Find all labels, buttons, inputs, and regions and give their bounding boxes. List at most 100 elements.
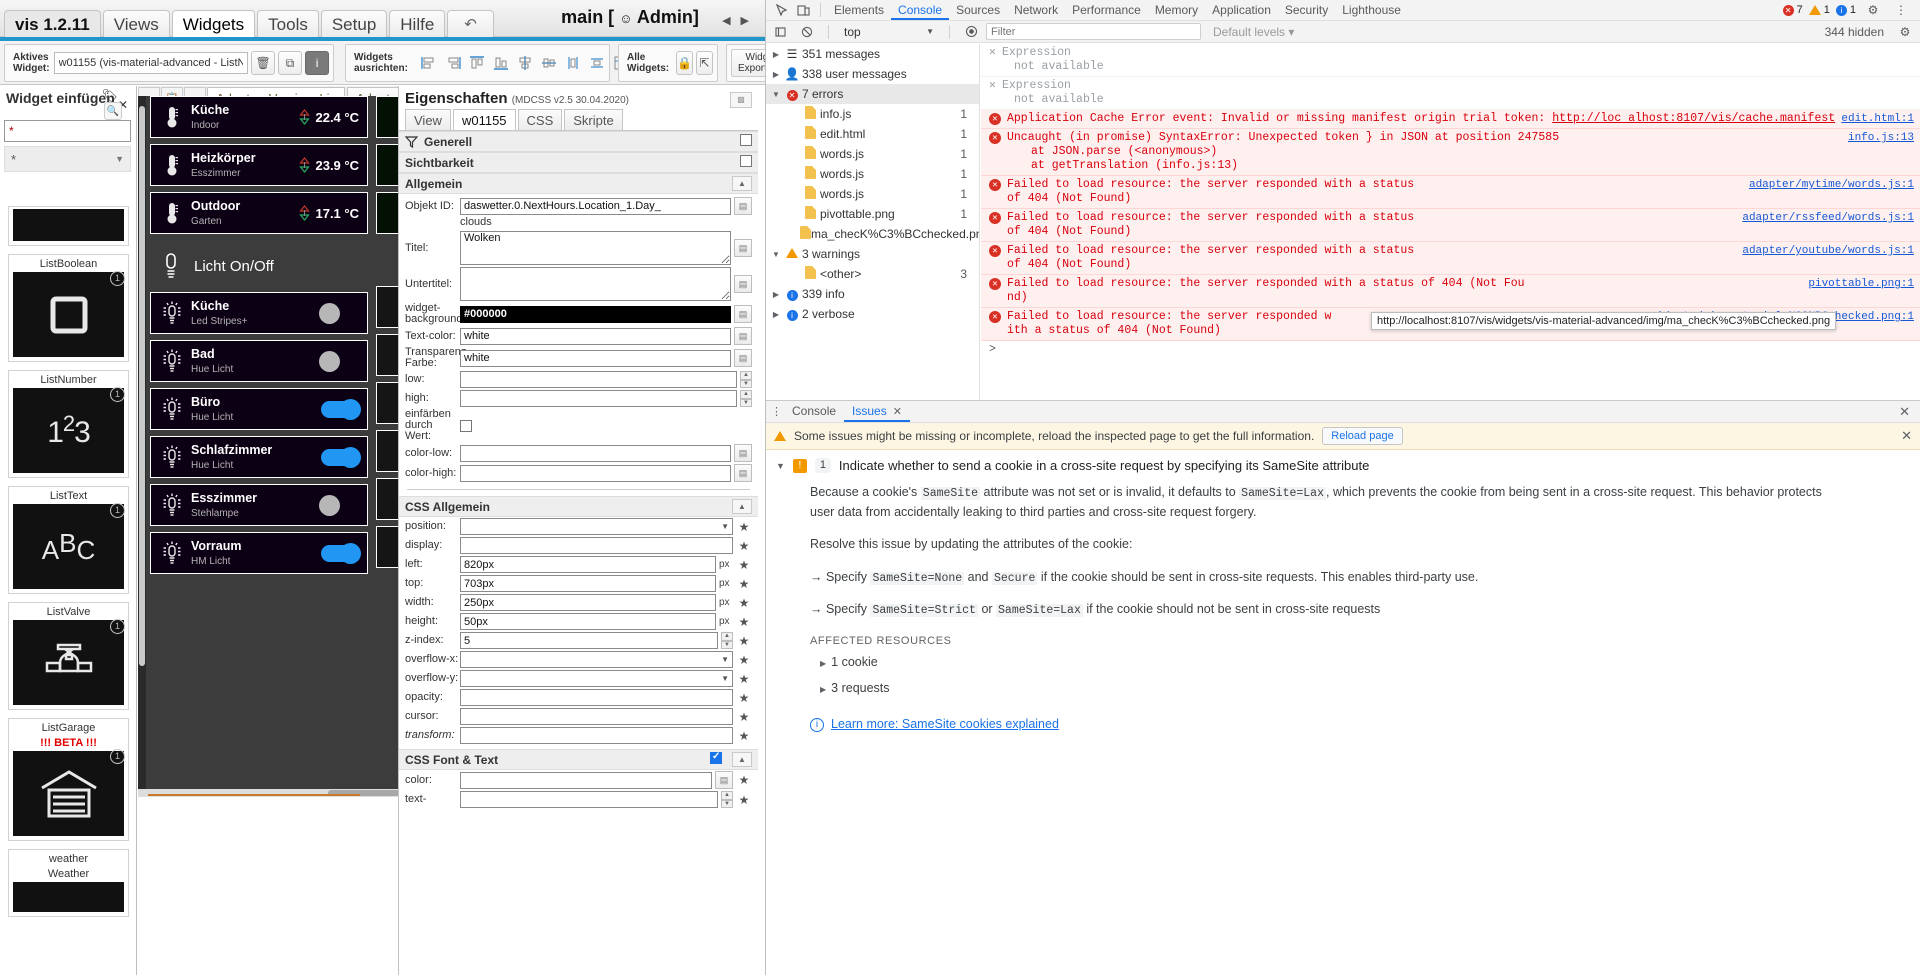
favorite-icon[interactable]: ★ [736,773,752,787]
gear-icon[interactable]: ⚙ [1894,23,1916,41]
affected-resource-requests[interactable]: ▶ 3 requests [810,676,1836,701]
tab-performance[interactable]: Performance [1065,0,1148,20]
align-center-horizontal-icon[interactable] [540,54,558,72]
select-icon[interactable]: ▤ [734,197,752,215]
sidebar-item-messages[interactable]: ▶ ☰ 351 messages [766,44,979,64]
align-right-icon[interactable] [444,54,462,72]
favorite-icon[interactable]: ★ [736,615,752,629]
width-input[interactable] [460,594,716,611]
temperature-card[interactable]: Heizkörper Esszimmer 23.9 °C [150,144,368,186]
sidebar-item-pivottable-png[interactable]: pivottable.png 1 [766,204,979,224]
clear-console-icon[interactable] [770,23,792,41]
sidebar-item-other[interactable]: <other> 3 [766,264,979,284]
favorite-icon[interactable]: ★ [736,710,752,724]
list-item[interactable] [8,206,129,246]
console-output[interactable]: ✕ Expression not available ✕ Expression … [981,44,1920,400]
text-input[interactable] [460,791,718,808]
section-css-allgemein[interactable]: CSS Allgemein ▲ [399,496,758,517]
collapse-icon[interactable]: ▲ [732,499,752,514]
view-prev-button[interactable]: ◀ [718,14,734,27]
toggle-switch[interactable] [321,542,361,564]
source-link[interactable]: adapter/mytime/words.js:1 [1749,178,1914,192]
console-sidebar[interactable]: ▶ ☰ 351 messages ▶ 👤 338 user messages ▼… [766,44,980,400]
section-checkbox[interactable] [740,134,752,146]
chevron-right-icon[interactable]: ▶ [770,50,782,59]
overflow-y-select[interactable]: ▼ [460,670,733,687]
light-card[interactable]: Vorraum HM Licht [150,532,368,574]
log-levels-select[interactable]: Default levels ▾ [1205,25,1294,39]
scrollbar-thumb[interactable] [139,106,145,666]
vis-tab-hilfe[interactable]: Hilfe [389,10,446,37]
list-item[interactable]: ListBoolean 1 [8,254,129,362]
select-icon[interactable]: ▤ [734,444,752,462]
device-toolbar-icon[interactable] [792,1,814,19]
widget-list[interactable]: ListBoolean 1 ListNumber 1 123 ListText … [0,206,136,975]
info-icon[interactable]: i [305,51,330,75]
titel-input[interactable] [460,231,731,265]
source-link[interactable]: pivottable.png:1 [1808,277,1914,291]
select-icon[interactable]: ▤ [734,327,752,345]
console-prompt[interactable]: > [981,341,1920,358]
toggle-switch[interactable] [319,302,359,324]
objekt-id-input[interactable] [460,197,731,215]
light-card[interactable]: Esszimmer Stehlampe [150,484,368,526]
high-stepper[interactable]: ▲ ▼ [740,390,752,407]
favorite-icon[interactable]: ★ [736,634,752,648]
favorite-icon[interactable]: ★ [736,558,752,572]
no-entry-icon[interactable] [796,23,818,41]
favorite-icon[interactable]: ★ [736,793,752,807]
select-icon[interactable]: ▤ [734,305,752,323]
learn-more-link[interactable]: Learn more: SameSite cookies explained [831,715,1059,734]
source-link[interactable]: info.js:13 [1848,131,1914,145]
favorite-icon[interactable]: ★ [736,691,752,705]
position-select[interactable]: ▼ [460,518,733,535]
section-generell[interactable]: Generell [399,131,758,152]
tab-application[interactable]: Application [1205,0,1278,20]
affected-resource-cookie[interactable]: ▶ 1 cookie [810,650,1836,675]
list-item[interactable]: ListNumber 1 123 [8,370,129,478]
select-icon[interactable]: ▤ [734,349,752,367]
overflow-x-select[interactable]: ▼ [460,651,733,668]
list-item[interactable]: ListText 1 ABC [8,486,129,594]
select-icon[interactable]: ▤ [734,464,752,482]
tab-security[interactable]: Security [1278,0,1335,20]
low-stepper[interactable]: ▲ ▼ [740,371,752,388]
issue-header[interactable]: ▼ ! 1 Indicate whether to send a cookie … [776,458,1910,473]
light-card[interactable]: Büro Hue Licht [150,388,368,430]
reload-page-button[interactable]: Reload page [1322,427,1403,445]
distribute-vertical-icon[interactable] [588,54,606,72]
distribute-horizontal-icon[interactable] [564,54,582,72]
error-count-badge[interactable]: ✕ 7 [1782,4,1803,16]
light-card[interactable]: Schlafzimmer Hue Licht [150,436,368,478]
widget-background-input[interactable] [460,305,731,323]
sidebar-item-words-js-2[interactable]: words.js 1 [766,164,979,184]
active-widget-input[interactable] [53,52,249,74]
list-item[interactable]: weather Weather [8,849,129,917]
select-icon[interactable]: ▤ [734,239,752,257]
favorite-icon[interactable]: ★ [736,672,752,686]
favorite-icon[interactable]: ★ [736,729,752,743]
expand-icon[interactable]: ⇱ [696,51,713,75]
temperature-card[interactable]: Küche Indoor 22.4 °C [150,96,368,138]
source-link[interactable]: adapter/youtube/words.js:1 [1742,244,1914,258]
opacity-input[interactable] [460,689,733,706]
section-css-font-text[interactable]: CSS Font & Text ▲ [399,749,758,770]
section-checkbox[interactable] [710,751,722,764]
console-filter-input[interactable] [986,23,1201,40]
close-icon[interactable]: ✕ [1901,428,1912,444]
source-link[interactable]: adapter/rssfeed/words.js:1 [1742,211,1914,225]
close-icon[interactable]: ✕ [1899,404,1916,420]
transparenz-farbe-input[interactable] [460,349,731,367]
trash-icon[interactable]: 🗑 [251,51,276,75]
temperature-card[interactable]: Outdoor Garten 17.1 °C [150,192,368,234]
top-input[interactable] [460,575,716,592]
section-sichtbarkeit[interactable]: Sichtbarkeit [399,152,758,173]
tab-memory[interactable]: Memory [1148,0,1205,20]
sidebar-item-user-messages[interactable]: ▶ 👤 338 user messages [766,64,979,84]
tab-console[interactable]: Console [891,0,950,20]
select-icon[interactable]: ▤ [715,771,733,789]
sidebar-item-info[interactable]: ▶ i 339 info [766,284,979,304]
sidebar-item-ma-check-png[interactable]: ma_checK%C3%BCchecked.png 1 [766,224,979,244]
high-input[interactable] [460,390,737,407]
context-select[interactable]: top ▼ [839,24,939,40]
